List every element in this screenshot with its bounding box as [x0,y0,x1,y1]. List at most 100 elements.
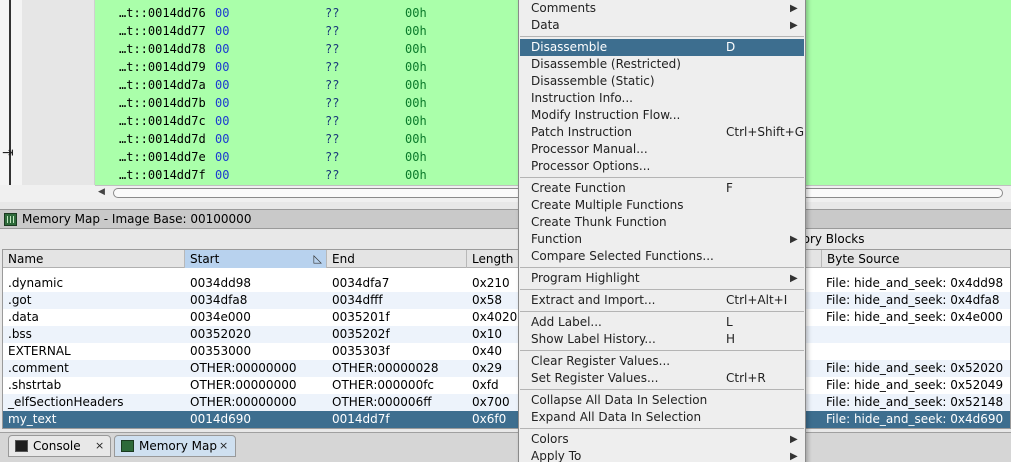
cell-end: 0034dfa7 [332,276,390,290]
console-icon [15,440,28,452]
table-row[interactable]: .comment OTHER:00000000 OTHER:00000028 0x29… [3,360,1010,377]
cell-length: 0x4020 [472,310,518,324]
menu-item-disassemble-restricted[interactable]: Disassemble (Restricted) [520,56,804,73]
close-console-tab-icon[interactable]: × [95,436,104,456]
listing-mnemonic: ?? [325,24,340,38]
listing-address: …t::0014dd7e [119,150,206,164]
cell-name: my_text [8,412,57,426]
listing-bytes: 00 [215,60,230,74]
menu-item-disassemble[interactable]: Disassemble D [520,39,804,56]
cell-end: 0014dd7f [332,412,390,426]
table-row[interactable]: .got 0034dfa8 0034dfff 0x58 File: hide_and_s… [3,292,1010,309]
menu-item-colors[interactable]: Colors ▶ [520,431,804,448]
cell-name: .data [8,310,39,324]
cell-length: 0x29 [472,361,503,375]
column-header-byte-source[interactable]: Byte Source [821,250,1011,268]
menu-item-set-register-values[interactable]: Set Register Values... Ctrl+R [520,370,804,387]
cell-length: 0xfd [472,378,499,392]
listing-mnemonic: ?? [325,150,340,164]
cell-end: OTHER:000000fc [332,378,435,392]
cell-start: OTHER:00000000 [190,395,297,409]
table-row[interactable]: .bss 00352020 0035202f 0x10 [3,326,1010,343]
menu-item-function[interactable]: Function ▶ [520,231,804,248]
table-header: Name Start ◺ End Length Byte Source [3,250,1011,268]
cell-source: File: hide_and_seek: 0x52049 [826,378,1004,392]
menu-separator [520,350,804,351]
menu-accelerator: H [726,332,736,346]
table-row[interactable]: .dynamic 0034dd98 0034dfa7 0x210 File: hide_… [3,275,1010,292]
menu-item-apply-to[interactable]: Apply To ▶ [520,448,804,462]
menu-item-clear-register-values[interactable]: Clear Register Values... [520,353,804,370]
listing-view[interactable]: ⇥ …t::0014dd76 00?? 00h …t::0014dd77 00?? 00h… [0,0,1011,202]
submenu-arrow-icon: ▶ [790,451,798,462]
cell-start: 0014d690 [190,412,252,426]
menu-separator [520,267,804,268]
listing-bytes: 00 [215,42,230,56]
cell-length: 0x700 [472,395,510,409]
memory-map-title: Memory Map - Image Base: 00100000 [22,212,252,226]
table-row[interactable]: _elfSectionHeaders OTHER:00000000 OTHER:00… [3,394,1010,411]
listing-address: …t::0014dd7c [119,114,206,128]
listing-address: …t::0014dd76 [119,6,206,20]
cell-name: .shstrtab [8,378,62,392]
menu-item-compare-selected-functions[interactable]: Compare Selected Functions... [520,248,804,265]
menu-item-disassemble-static[interactable]: Disassemble (Static) [520,73,804,90]
table-row[interactable]: .shstrtab OTHER:00000000 OTHER:000000fc 0xf… [3,377,1010,394]
scroll-left-icon[interactable]: ◀ [98,186,105,199]
memory-map-table[interactable]: Name Start ◺ End Length Byte Source .dyna… [2,249,1011,429]
menu-item-processor-options[interactable]: Processor Options... [520,158,804,175]
menu-item-create-multiple-functions[interactable]: Create Multiple Functions [520,197,804,214]
column-header-start[interactable]: Start ◺ [185,250,327,268]
menu-item-processor-manual[interactable]: Processor Manual... [520,141,804,158]
listing-operand: 00h [405,78,427,92]
menu-item-extract-and-import[interactable]: Extract and Import... Ctrl+Alt+I [520,292,804,309]
column-header-length[interactable]: Length [467,250,523,268]
flow-arrow-icon: ⇥ [2,145,14,161]
listing-mnemonic: ?? [325,42,340,56]
menu-item-modify-instruction-flow[interactable]: Modify Instruction Flow... [520,107,804,124]
listing-bytes: 00 [215,168,230,182]
column-header-end[interactable]: End [327,250,467,268]
listing-bytes: 00 [215,24,230,38]
cell-name: .dynamic [8,276,64,290]
tab-memory-map[interactable]: Memory Map × [114,435,236,457]
cell-end: 0035202f [332,327,390,341]
listing-mnemonic: ?? [325,78,340,92]
submenu-arrow-icon: ▶ [790,234,798,245]
table-row[interactable]: my_text 0014d690 0014dd7f 0x6f0 File: hide_a… [3,411,1010,428]
menu-item-collapse-all-data-in-selection[interactable]: Collapse All Data In Selection [520,392,804,409]
menu-item-data[interactable]: Data ▶ [520,17,804,34]
cell-end: OTHER:00000028 [332,361,439,375]
listing-mnemonic: ?? [325,168,340,182]
menu-item-instruction-info[interactable]: Instruction Info... [520,90,804,107]
menu-item-expand-all-data-in-selection[interactable]: Expand All Data In Selection [520,409,804,426]
column-header-name[interactable]: Name [3,250,185,268]
table-row[interactable]: EXTERNAL 00353000 0035303f 0x40 [3,343,1010,360]
cell-source: File: hide_and_seek: 0x4e000 [826,310,1003,324]
cell-source: File: hide_and_seek: 0x4dfa8 [826,293,1000,307]
table-row[interactable]: .data 0034e000 0035201f 0x4020 File: hide_an… [3,309,1010,326]
menu-item-create-function[interactable]: Create Function F [520,180,804,197]
listing-gutter [22,0,95,185]
listing-bytes: 00 [215,78,230,92]
listing-address: …t::0014dd7d [119,132,206,146]
listing-bytes: 00 [215,6,230,20]
menu-item-patch-instruction[interactable]: Patch Instruction Ctrl+Shift+G [520,124,804,141]
context-menu[interactable]: Comments ▶ Data ▶ Disassemble D Disassemble (R… [518,0,806,462]
menu-item-comments[interactable]: Comments ▶ [520,0,804,17]
listing-mnemonic: ?? [325,96,340,110]
menu-accelerator: Ctrl+R [726,371,766,385]
close-memory-map-tab-icon[interactable]: × [219,436,228,456]
cell-end: 0035303f [332,344,390,358]
listing-operand: 00h [405,24,427,38]
cell-length: 0x58 [472,293,503,307]
listing-bytes: 00 [215,132,230,146]
menu-item-create-thunk-function[interactable]: Create Thunk Function [520,214,804,231]
tab-console[interactable]: Console × [8,435,111,457]
menu-item-add-label[interactable]: Add Label... L [520,314,804,331]
listing-mnemonic: ?? [325,60,340,74]
menu-item-program-highlight[interactable]: Program Highlight ▶ [520,270,804,287]
memory-map-header: Memory Map - Image Base: 00100000 nory B… [0,209,1011,246]
menu-item-show-label-history[interactable]: Show Label History... H [520,331,804,348]
listing-address: …t::0014dd78 [119,42,206,56]
